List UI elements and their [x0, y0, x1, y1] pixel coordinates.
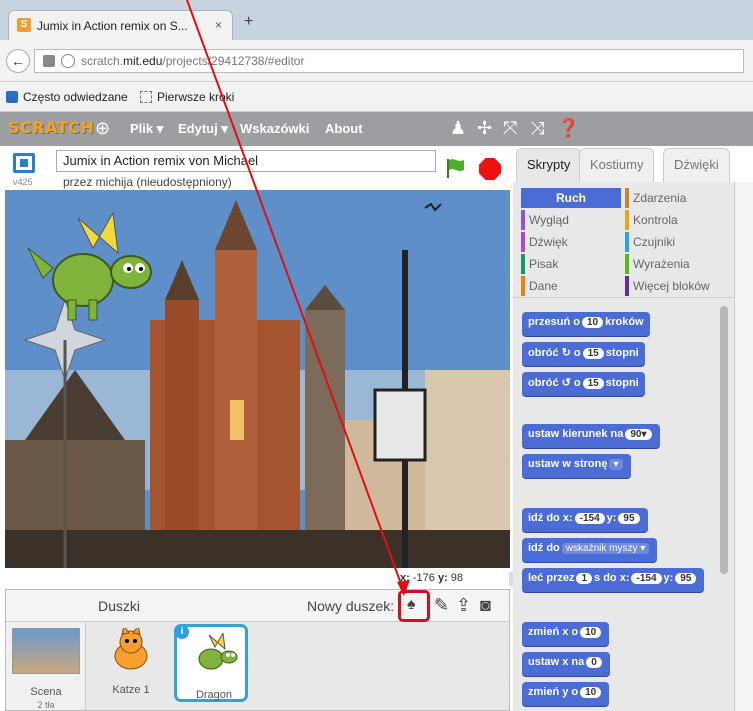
menu-file[interactable]: Plik ▾	[130, 121, 163, 137]
stage-thumbnail-image	[12, 628, 80, 674]
tab-scripts[interactable]: Skrypty	[516, 148, 582, 182]
scratch-menu-bar: SCRATCH ⊕ Plik ▾ Edytuj ▾ Wskazówki Abou…	[0, 112, 753, 146]
project-header: v425 Jumix in Action remix von Michael p…	[5, 146, 510, 190]
stage-label: Scena	[30, 686, 62, 698]
sprite-library-icon: ♠	[407, 596, 416, 613]
tab-title: Jumix in Action remix on S...	[37, 19, 188, 33]
globe-icon	[61, 54, 75, 68]
category-swatch	[625, 276, 629, 296]
block-turn-left[interactable]: obróć ↺ o 15 stopni	[522, 372, 645, 396]
paint-brush-icon[interactable]: ✎	[434, 595, 449, 616]
category-swatch	[521, 210, 525, 230]
url-text: scratch.mit.edu/projects/29412738/#edito…	[81, 54, 305, 68]
editor-tabs: Skrypty Kostiumy Dźwięki	[513, 146, 753, 182]
palette-scrollbar[interactable]	[720, 306, 728, 574]
new-tab-button[interactable]: +	[244, 13, 253, 31]
category-sound[interactable]: Dźwięk	[521, 232, 621, 252]
sprite-thumb-cat[interactable]: Katze 1	[94, 622, 168, 700]
cut-icon[interactable]: ✢	[477, 118, 492, 139]
tab-costumes[interactable]: Kostiumy	[579, 148, 655, 182]
mouse-coordinates: x: -176 y: 98	[400, 572, 464, 584]
bookmarks-bar: Często odwiedzane Pierwsze kroki	[0, 82, 753, 112]
block-change-y[interactable]: zmień y o 10	[522, 682, 610, 706]
category-swatch	[521, 276, 525, 296]
browser-nav-bar: ← scratch.mit.edu/projects/29412738/#edi…	[0, 40, 753, 82]
cat-icon	[114, 628, 148, 670]
sprite-label: Dragon	[195, 689, 233, 701]
folder-icon	[140, 91, 152, 103]
category-data[interactable]: Dane	[521, 276, 621, 296]
info-icon[interactable]: i	[175, 625, 189, 639]
category-pen[interactable]: Pisak	[521, 254, 621, 274]
tab-close-icon[interactable]: ×	[215, 18, 222, 32]
duplicate-icon[interactable]: ♟	[450, 118, 466, 139]
scratch-favicon-icon: S	[17, 18, 31, 32]
block-glide[interactable]: leć przez 1 s do x: -154 y: 95	[522, 568, 705, 592]
menu-edit[interactable]: Edytuj ▾	[178, 121, 228, 137]
category-events[interactable]: Zdarzenia	[625, 188, 725, 208]
back-button[interactable]: ←	[6, 49, 30, 73]
language-globe-icon[interactable]: ⊕	[95, 118, 110, 139]
choose-sprite-from-library-button[interactable]: ♠	[398, 590, 430, 622]
new-sprite-label: Nowy duszek:	[307, 598, 395, 614]
page-icon	[43, 55, 55, 67]
category-swatch	[625, 232, 629, 252]
green-flag-icon[interactable]	[445, 157, 467, 179]
category-swatch	[521, 254, 525, 274]
category-swatch	[625, 254, 629, 274]
category-motion[interactable]: Ruch	[521, 188, 621, 208]
category-looks[interactable]: Wygląd	[521, 210, 621, 230]
category-swatch	[625, 210, 629, 230]
scripts-area[interactable]	[735, 182, 753, 711]
backdrop-count: 2 tła	[37, 700, 55, 710]
project-byline: przez michija (nieudostępniony)	[63, 175, 232, 189]
category-operators[interactable]: Wyrażenia	[625, 254, 725, 274]
category-swatch	[625, 188, 629, 208]
block-change-x[interactable]: zmień x o 10	[522, 622, 610, 646]
category-more-blocks[interactable]: Więcej bloków	[625, 276, 725, 296]
category-swatch	[521, 232, 525, 252]
browser-tab-bar: S Jumix in Action remix on S... × +	[0, 0, 753, 40]
stop-sign-icon[interactable]	[479, 158, 501, 180]
category-sensing[interactable]: Czujniki	[625, 232, 725, 252]
browser-tab[interactable]: S Jumix in Action remix on S... ×	[8, 10, 233, 40]
block-move[interactable]: przesuń o 10 kroków	[522, 312, 650, 336]
address-bar[interactable]: scratch.mit.edu/projects/29412738/#edito…	[34, 49, 744, 73]
grow-icon[interactable]: ⤧	[503, 118, 517, 139]
block-point-direction[interactable]: ustaw kierunek na 90▾	[522, 424, 660, 448]
block-palette: Ruch Zdarzenia Wygląd Kontrola Dźwięk Cz…	[513, 182, 735, 711]
sprite-thumb-dragon[interactable]: i Dragon	[174, 624, 248, 702]
sprites-panel: Duszki Nowy duszek: ♠ ✎ ⇪ ◙ Scena 2 tła …	[5, 589, 510, 711]
upload-icon[interactable]: ⇪	[456, 595, 471, 616]
block-goto[interactable]: idź do wskaźnik myszy ▾	[522, 538, 658, 562]
block-set-x[interactable]: ustaw x na 0	[522, 652, 610, 676]
block-goto-xy[interactable]: idź do x: -154 y: 95	[522, 508, 648, 532]
camera-icon[interactable]: ◙	[480, 595, 491, 616]
menu-tips[interactable]: Wskazówki	[240, 121, 309, 136]
menu-about[interactable]: About	[325, 121, 363, 136]
scratch-logo[interactable]: SCRATCH	[8, 118, 94, 137]
stage-thumbnail[interactable]: Scena 2 tła	[6, 622, 86, 710]
shrink-icon[interactable]: ⤨	[530, 118, 544, 139]
stage[interactable]	[5, 190, 510, 568]
divider	[513, 297, 735, 298]
bookmark-icon	[6, 91, 18, 103]
block-point-towards[interactable]: ustaw w stronę ▾	[522, 454, 631, 478]
tab-sounds[interactable]: Dźwięki	[663, 148, 730, 182]
version-label: v425	[13, 177, 33, 187]
sprite-label: Katze 1	[112, 684, 150, 696]
bookmark-first-steps[interactable]: Pierwsze kroki	[140, 90, 234, 104]
dragon-sprite[interactable]	[23, 208, 153, 328]
help-icon[interactable]: ❓	[557, 118, 579, 139]
project-title-input[interactable]: Jumix in Action remix von Michael	[56, 150, 436, 172]
category-control[interactable]: Kontrola	[625, 210, 725, 230]
block-turn-right[interactable]: obróć ↻ o 15 stopni	[522, 342, 645, 366]
bookmark-frequent[interactable]: Często odwiedzane	[6, 90, 128, 104]
sprites-header: Duszki Nowy duszek: ♠ ✎ ⇪ ◙	[6, 590, 509, 622]
dragon-icon	[198, 633, 238, 670]
sprites-title: Duszki	[98, 598, 141, 614]
fullscreen-icon[interactable]	[13, 153, 35, 173]
